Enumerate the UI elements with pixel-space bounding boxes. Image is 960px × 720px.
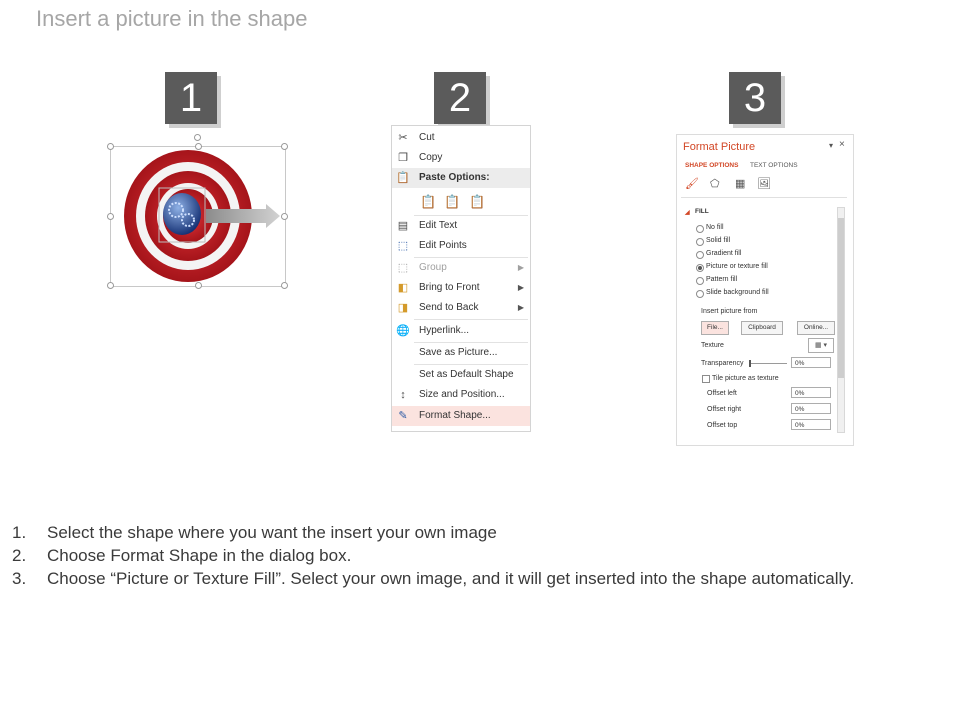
instruction-1: 1. Select the shape where you want the in…	[12, 523, 497, 542]
label-solid-fill: Solid fill	[706, 237, 731, 244]
scrollbar-thumb[interactable]	[838, 218, 844, 378]
size-position-icon: ↕	[400, 389, 406, 401]
offset-top-input[interactable]: 0%	[791, 419, 831, 430]
submenu-arrow-icon: ▶	[517, 303, 524, 312]
size-properties-icon[interactable]: ▦	[735, 177, 745, 190]
pane-options-dropdown-icon[interactable]: ▾	[829, 141, 833, 150]
offset-top-label: Offset top	[707, 422, 738, 429]
step-2-badge: 2	[434, 72, 486, 124]
radio-slide-background-fill[interactable]	[696, 290, 704, 298]
tab-shape-options[interactable]: SHAPE OPTIONS	[685, 162, 738, 169]
offset-right-input[interactable]: 0%	[791, 403, 831, 414]
paste-destination-theme-icon[interactable]: 📋	[444, 192, 460, 209]
menu-item-paste-options: 📋 Paste Options:	[392, 168, 530, 188]
format-shape-icon: ✎	[398, 410, 408, 422]
step-1-badge: 1	[165, 72, 217, 124]
paste-picture-icon[interactable]: 📋	[469, 192, 485, 209]
step-3-badge: 3	[729, 72, 781, 124]
scissors-icon: ✂	[398, 132, 408, 144]
radio-picture-texture-fill[interactable]	[696, 264, 704, 272]
radio-solid-fill[interactable]	[696, 238, 704, 246]
close-icon[interactable]: ×	[839, 139, 845, 150]
clipboard-button[interactable]: Clipboard	[741, 321, 783, 335]
label-no-fill: No fill	[706, 224, 724, 231]
offset-left-label: Offset left	[707, 390, 737, 397]
transparency-input[interactable]: 0%	[791, 357, 831, 368]
tab-text-options[interactable]: TEXT OPTIONS	[750, 162, 798, 169]
tile-checkbox[interactable]	[702, 375, 710, 383]
transparency-slider[interactable]	[749, 363, 787, 364]
paste-icon: 📋	[396, 172, 410, 184]
offset-right-label: Offset right	[707, 406, 742, 413]
menu-item-save-as-picture[interactable]: Save as Picture...	[392, 343, 530, 363]
menu-item-copy[interactable]: ❐ Copy	[392, 148, 530, 168]
group-icon: ⬚	[397, 262, 409, 274]
instruction-2: 2. Choose Format Shape in the dialog box.	[12, 546, 352, 565]
fill-section-header[interactable]: FILL	[695, 208, 709, 215]
bring-to-front-icon: ◧	[397, 282, 409, 294]
texture-picker[interactable]: ▦ ▾	[808, 338, 834, 353]
file-button[interactable]: File...	[701, 321, 729, 335]
menu-item-group[interactable]: ⬚ Group ▶	[392, 258, 530, 278]
menu-item-send-to-back[interactable]: ◨ Send to Back ▶	[392, 298, 530, 318]
label-picture-texture-fill: Picture or texture fill	[706, 263, 768, 270]
instruction-3: 3. Choose “Picture or Texture Fill”. Sele…	[12, 569, 855, 588]
picture-icon[interactable]: 🖼	[757, 177, 771, 190]
menu-item-edit-text[interactable]: ▤ Edit Text	[392, 216, 530, 236]
label-slide-background-fill: Slide background fill	[706, 289, 769, 296]
pane-scrollbar[interactable]	[837, 207, 845, 433]
menu-item-format-shape[interactable]: ✎ Format Shape...	[392, 406, 530, 426]
offset-left-input[interactable]: 0%	[791, 387, 831, 398]
texture-label: Texture	[701, 342, 724, 349]
submenu-arrow-icon: ▶	[517, 283, 524, 292]
online-button[interactable]: Online...	[797, 321, 835, 335]
menu-item-cut[interactable]: ✂ Cut	[392, 128, 530, 148]
transparency-slider-thumb[interactable]	[749, 360, 751, 367]
pane-title: Format Picture	[683, 141, 756, 153]
radio-pattern-fill[interactable]	[696, 277, 704, 285]
edit-points-icon: ⬚	[397, 240, 409, 252]
edit-text-icon: ▤	[397, 220, 409, 232]
send-to-back-icon: ◨	[397, 302, 409, 314]
effects-icon[interactable]: ⬠	[710, 177, 720, 190]
format-picture-pane: Format Picture ▾ × SHAPE OPTIONS TEXT OP…	[676, 134, 854, 446]
rotate-handle[interactable]	[194, 134, 201, 141]
hyperlink-icon: 🌐	[396, 325, 410, 337]
transparency-label: Transparency	[701, 360, 744, 367]
insert-picture-from-label: Insert picture from	[701, 308, 758, 315]
menu-item-bring-to-front[interactable]: ◧ Bring to Front ▶	[392, 278, 530, 298]
copy-icon: ❐	[398, 152, 408, 164]
menu-item-edit-points[interactable]: ⬚ Edit Points	[392, 236, 530, 256]
fill-line-icon[interactable]: 🖌	[685, 177, 699, 190]
paste-options-row: 📋 📋 📋	[392, 190, 530, 212]
fill-collapse-icon[interactable]: ◢	[685, 209, 690, 216]
radio-no-fill[interactable]	[696, 225, 704, 233]
slide-title: Insert a picture in the shape	[36, 6, 308, 31]
menu-item-set-default-shape[interactable]: Set as Default Shape	[392, 365, 530, 385]
tile-label: Tile picture as texture	[712, 375, 779, 382]
label-pattern-fill: Pattern fill	[706, 276, 738, 283]
label-gradient-fill: Gradient fill	[706, 250, 742, 257]
submenu-arrow-icon: ▶	[517, 263, 524, 272]
radio-gradient-fill[interactable]	[696, 251, 704, 259]
menu-item-hyperlink[interactable]: 🌐 Hyperlink...	[392, 321, 530, 341]
target-graphic[interactable]	[110, 146, 290, 286]
context-menu: ✂ Cut ❐ Copy 📋 Paste Options: 📋 📋 📋 ▤ Ed…	[391, 125, 531, 432]
paste-keep-formatting-icon[interactable]: 📋	[420, 192, 436, 209]
menu-item-size-position[interactable]: ↕ Size and Position...	[392, 385, 530, 405]
